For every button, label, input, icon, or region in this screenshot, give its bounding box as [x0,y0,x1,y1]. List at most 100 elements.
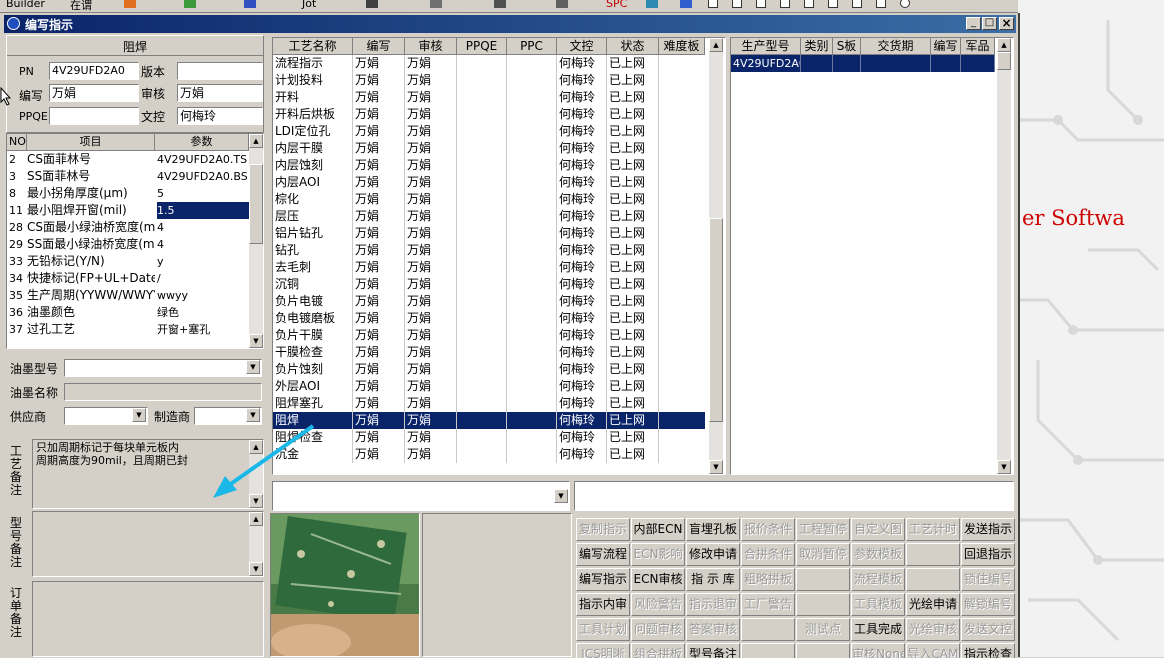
process-row[interactable]: 棕化 万娟 万娟 何梅玲 已上网 [273,191,705,208]
process-row[interactable]: 干膜检查 万娟 万娟 何梅玲 已上网 [273,344,705,361]
action-button[interactable]: 报价条件 [741,518,795,541]
action-button[interactable]: ICS明晰 [576,643,630,658]
process-row[interactable]: 负片电镀 万娟 万娟 何梅玲 已上网 [273,293,705,310]
action-button[interactable]: 解锁编号 [961,593,1015,616]
action-button[interactable] [741,618,795,641]
param-value[interactable]: 4 [157,219,249,236]
scroll-down-icon[interactable]: ▼ [249,562,263,576]
action-button[interactable]: 指示检查 [961,643,1015,658]
action-button[interactable]: 工艺计时 [906,518,960,541]
chevron-down-icon[interactable]: ▼ [554,489,568,503]
toolbar-icon[interactable] [646,0,658,8]
process-row[interactable]: 内层AOI 万娟 万娟 何梅玲 已上网 [273,174,705,191]
ink-type-select[interactable] [64,359,262,377]
version-field[interactable] [177,62,263,80]
reviewer-field[interactable]: 万娟 [177,84,263,102]
toolbar-icon[interactable] [708,0,718,8]
param-row[interactable]: 2 CS面菲林号 4V29UFD2A0.TS [7,151,249,168]
chevron-down-icon[interactable]: ▼ [246,360,260,374]
toolbar-icon[interactable] [804,0,814,8]
toolbar-icon[interactable] [430,0,442,8]
toolbar-icon[interactable] [680,0,692,8]
process-row[interactable]: 阻焊检查万娟万娟何梅玲已上网 [273,429,705,446]
toolbar-icon[interactable] [900,0,910,8]
action-button[interactable]: 内部ECN [631,518,685,541]
action-button[interactable] [906,543,960,566]
model-col-header[interactable]: 生产型号 [731,38,801,55]
taskbar-app-label[interactable]: Builder [6,0,45,10]
action-button[interactable]: 指 示 库 [686,568,740,591]
process-col-header[interactable]: PPQE [457,38,507,55]
col-item[interactable]: 项目 [27,134,155,151]
param-row[interactable]: 35 生产周期(YYWW/WWYY) wwyy [7,287,249,304]
param-value[interactable]: 绿色 [157,304,249,321]
taskbar-item[interactable]: Jot [302,0,316,10]
action-button[interactable]: 编写指示 [576,568,630,591]
action-button[interactable]: 光绘审核 [906,618,960,641]
model-scrollbar[interactable]: ▲ ▼ [997,38,1011,474]
process-row[interactable]: 内层蚀刻 万娟 万娟 何梅玲 已上网 [273,157,705,174]
action-button[interactable]: 工具完成 [851,618,905,641]
model-col-header[interactable]: 类别 [801,38,833,55]
action-button[interactable]: 工程暂停 [796,518,850,541]
action-button[interactable] [796,568,850,591]
param-row[interactable]: 29 SS面最小绿油桥宽度(m 4 [7,236,249,253]
model-row[interactable]: 4V29UFD2A0 [731,55,995,72]
toolbar-icon[interactable] [184,0,196,8]
scroll-up-icon[interactable]: ▲ [249,134,263,148]
param-value[interactable]: 5 [157,185,249,202]
process-col-header[interactable]: PPC [507,38,557,55]
action-button[interactable]: ECN审核 [631,568,685,591]
action-button[interactable]: 指示退审 [686,593,740,616]
toolbar-icon[interactable] [366,0,378,8]
action-button[interactable]: 审核None [851,643,905,658]
action-button[interactable] [796,643,850,658]
action-button[interactable]: 导入CAM [906,643,960,658]
process-row[interactable]: 开料后烘板 万娟 万娟 何梅玲 已上网 [273,106,705,123]
action-button[interactable]: 测试点 [796,618,850,641]
process-row[interactable]: 外层AOI 万娟 万娟 何梅玲 已上网 [273,378,705,395]
note-scrollbar[interactable]: ▲ ▼ [249,512,263,576]
maximize-button[interactable]: □ [982,17,997,30]
action-button[interactable]: 复制指示 [576,518,630,541]
action-button[interactable]: 取消暂停 [796,543,850,566]
close-button[interactable]: × [999,17,1014,30]
process-row[interactable]: 负电镀磨板 万娟 万娟 何梅玲 已上网 [273,310,705,327]
param-value[interactable]: y [157,253,249,270]
process-row[interactable]: 层压 万娟 万娟 何梅玲 已上网 [273,208,705,225]
action-button[interactable] [906,568,960,591]
action-button[interactable]: 盲埋孔板 [686,518,740,541]
param-row[interactable]: 3 SS面菲林号 4V29UFD2A0.BS [7,168,249,185]
process-row[interactable]: 计划投料 万娟 万娟 何梅玲 已上网 [273,72,705,89]
action-button[interactable]: 回退指示 [961,543,1015,566]
model-note-textarea[interactable]: ▲ ▼ [32,511,264,577]
action-button[interactable]: 工具计划 [576,618,630,641]
process-row[interactable]: 负片蚀刻 万娟 万娟 何梅玲 已上网 [273,361,705,378]
param-value[interactable]: 开窗+塞孔 [157,321,249,338]
pn-field[interactable]: 4V29UFD2A0 [49,62,139,80]
process-row[interactable]: 流程指示 万娟 万娟 何梅玲 已上网 [273,55,705,72]
process-col-header[interactable]: 审核 [405,38,457,55]
param-value[interactable]: 4V29UFD2A0.BS [157,168,249,185]
toolbar-icon[interactable] [124,0,136,8]
param-row[interactable]: 37 过孔工艺 开窗+塞孔 [7,321,249,338]
process-col-header[interactable]: 状态 [607,38,659,55]
scroll-up-icon[interactable]: ▲ [997,38,1011,52]
process-row[interactable]: 沉金 万娟 万娟 何梅玲 已上网 [273,446,705,463]
process-col-header[interactable]: 工艺名称 [273,38,353,55]
toolbar-icon[interactable] [780,0,790,8]
action-button[interactable]: 流程模板 [851,568,905,591]
process-col-header[interactable]: 难度板 [659,38,705,55]
action-button[interactable]: 光绘申请 [906,593,960,616]
ppqe-field[interactable] [49,107,139,125]
action-button[interactable]: 型号备注 [686,643,740,658]
action-button[interactable] [796,593,850,616]
action-button[interactable]: 问题审核 [631,618,685,641]
scroll-up-icon[interactable]: ▲ [249,512,263,526]
process-col-header[interactable]: 编写 [353,38,405,55]
model-col-header[interactable]: 交货期 [861,38,931,55]
scroll-thumb[interactable] [709,218,723,422]
action-button[interactable]: 答案审核 [686,618,740,641]
taskbar-item[interactable]: SPC [606,0,627,10]
params-scrollbar[interactable]: ▲ ▼ [249,134,263,348]
